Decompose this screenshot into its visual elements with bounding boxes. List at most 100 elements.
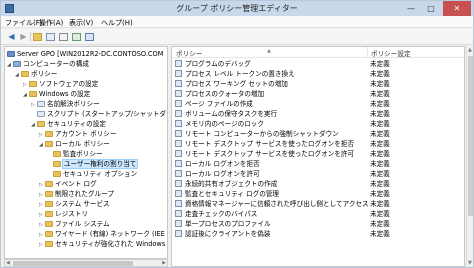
table-row[interactable]: ローカル ログオンを許可 未定義 (172, 169, 464, 179)
folder-icon (45, 211, 53, 217)
help-icon (85, 33, 94, 41)
security-icon (37, 121, 45, 127)
table-row[interactable]: メモリ内のページのロック 未定義 (172, 119, 464, 129)
table-row[interactable]: 資格情報マネージャーに信頼された呼び出し側としてアクセス 未定義 (172, 199, 464, 209)
table-row[interactable]: プロセス ワーキング セットの増加 未定義 (172, 79, 464, 89)
tree-item-security-settings[interactable]: ◢ セキュリティの設定 (31, 119, 106, 129)
policy-icon (175, 200, 182, 207)
policy-icon (175, 60, 182, 67)
tree-item-policies[interactable]: ◢ ポリシー (15, 69, 57, 79)
close-button[interactable]: ✕ (443, 1, 471, 16)
policy-icon (175, 100, 182, 107)
tree-item-restricted-groups[interactable]: ▷ 制限されたグループ (39, 189, 114, 199)
tree-item-name-resolution[interactable]: ▷ 名前解決ポリシー (31, 99, 100, 109)
column-divider[interactable] (367, 47, 368, 58)
policy-list[interactable]: ポリシー ▲ ポリシー設定 プログラムのデバッグ 未定義 プロセス レベル トーク… (171, 46, 465, 267)
tree-item-windows-firewall[interactable]: ▷ セキュリティが強化された Windows (39, 239, 165, 249)
menu-bar: ファイル(F) 操作(A) 表示(V) ヘルプ(H) (1, 16, 473, 28)
tree-item-computer-config[interactable]: ◢ コンピューターの構成 (7, 59, 89, 69)
forward-button[interactable]: ▶ (18, 32, 29, 42)
policy-icon (175, 160, 182, 167)
policy-icon (175, 90, 182, 97)
show-tree-button[interactable] (45, 32, 56, 42)
table-row[interactable]: 走査チェックのバイパス 未定義 (172, 209, 464, 219)
scroll-up-icon[interactable]: ▲ (468, 47, 472, 53)
folder-icon (33, 33, 42, 41)
policy-icon (175, 210, 182, 217)
toolbar-separator (30, 32, 31, 42)
table-row[interactable]: ページ ファイルの作成 未定義 (172, 99, 464, 109)
properties-icon (59, 33, 68, 41)
scrollbar-thumb[interactable] (13, 261, 133, 266)
export-button[interactable] (71, 32, 82, 42)
tree-item-system-services[interactable]: ▷ システム サービス (39, 199, 110, 209)
table-row[interactable]: ローカル ログオンを拒否 未定義 (172, 159, 464, 169)
tree-item-event-log[interactable]: ▷ イベント ログ (39, 179, 97, 189)
back-button[interactable]: ◀ (6, 32, 17, 42)
table-row[interactable]: 認証後にクライアントを偽装 未定義 (172, 229, 464, 239)
policy-icon (175, 140, 182, 147)
column-header-policy[interactable]: ポリシー (176, 48, 202, 58)
folder-icon (45, 131, 53, 137)
column-header-setting[interactable]: ポリシー設定 (371, 48, 411, 58)
menu-help[interactable]: ヘルプ(H) (101, 18, 133, 28)
tree-item-local-policies[interactable]: ◢ ローカル ポリシー (39, 139, 110, 149)
table-row[interactable]: リモート コンピューターからの強制シャットダウン 未定義 (172, 129, 464, 139)
policy-icon (175, 170, 182, 177)
scroll-down-icon[interactable]: ▼ (468, 260, 472, 266)
properties-button[interactable] (58, 32, 69, 42)
console-tree[interactable]: Server GPO [WIN2012R2-DC.CONTOSO.COM ◢ コン… (4, 46, 168, 259)
scroll-right-icon[interactable]: ▶ (162, 260, 166, 266)
tree-item-file-system[interactable]: ▷ ファイル システム (39, 219, 110, 229)
script-icon (37, 111, 45, 117)
policy-icon (37, 101, 45, 107)
folder-icon (29, 91, 37, 97)
sort-ascending-icon: ▲ (267, 48, 271, 54)
minimize-button[interactable]: — (401, 1, 421, 16)
tree-item-security-options[interactable]: セキュリティ オプション (47, 169, 137, 179)
tree-item-wired-network[interactable]: ▷ ワイヤード (有線) ネットワーク (IEE (39, 229, 165, 239)
policy-icon (175, 120, 182, 127)
policy-icon (175, 80, 182, 87)
tree-item-audit-policy[interactable]: 監査ポリシー (47, 149, 103, 159)
tree-horizontal-scrollbar[interactable]: ◀ ▶ (4, 259, 168, 267)
gpo-icon (7, 51, 15, 57)
menu-view[interactable]: 表示(V) (69, 18, 93, 28)
folder-icon (45, 181, 53, 187)
table-row[interactable]: リモート デスクトップ サービスを使ったログオンを許可 未定義 (172, 149, 464, 159)
tree-item-registry[interactable]: ▷ レジストリ (39, 209, 88, 219)
policy-icon (175, 180, 182, 187)
policy-icon (175, 190, 182, 197)
table-row[interactable]: プロセス レベル トークンの置き換え 未定義 (172, 69, 464, 79)
tree-item-scripts[interactable]: スクリプト (スタートアップ/シャットダウン) (31, 109, 167, 119)
tree-item-account-policies[interactable]: ▷ アカウント ポリシー (39, 129, 116, 139)
tree-item-windows-settings[interactable]: ◢ Windows の設定 (23, 89, 90, 99)
table-row[interactable]: リモート デスクトップ サービスを使ったログオンを拒否 未定義 (172, 139, 464, 149)
table-row[interactable]: 永続的共有オブジェクトの作成 未定義 (172, 179, 464, 189)
table-row[interactable]: プログラムのデバッグ 未定義 (172, 59, 464, 69)
tree-item-gpo-root[interactable]: Server GPO [WIN2012R2-DC.CONTOSO.COM (7, 49, 163, 59)
table-row[interactable]: 監査とセキュリティ ログの管理 未定義 (172, 189, 464, 199)
maximize-button[interactable]: □ (421, 1, 441, 16)
policy-icon (175, 110, 182, 117)
title-bar[interactable]: グループ ポリシー管理エディター — □ ✕ (1, 1, 473, 16)
list-vertical-scrollbar[interactable]: ▲ ▼ (466, 46, 473, 267)
tree-item-software-settings[interactable]: ▷ ソフトウェアの設定 (23, 79, 98, 89)
folder-icon (45, 221, 53, 227)
help-button[interactable] (84, 32, 95, 42)
table-row[interactable]: 単一プロセスのプロファイル 未定義 (172, 219, 464, 229)
tree-item-user-rights-assignment[interactable]: ユーザー権利の割り当て (47, 159, 139, 169)
scrollbar-thumb[interactable] (468, 56, 473, 216)
menu-file[interactable]: ファイル(F) (5, 18, 43, 28)
table-row[interactable]: プロセスのクォータの増加 未定義 (172, 89, 464, 99)
menu-action[interactable]: 操作(A) (39, 18, 63, 28)
editor-window: グループ ポリシー管理エディター — □ ✕ ファイル(F) 操作(A) 表示(… (0, 0, 474, 268)
folder-icon (53, 151, 61, 157)
table-row[interactable]: ボリュームの保守タスクを実行 未定義 (172, 109, 464, 119)
folder-icon (45, 191, 53, 197)
policy-icon (175, 220, 182, 227)
scroll-left-icon[interactable]: ◀ (6, 260, 10, 266)
toolbar: ◀ ▶ (1, 29, 473, 45)
folder-icon (53, 171, 61, 177)
folder-up-button[interactable] (32, 32, 43, 42)
